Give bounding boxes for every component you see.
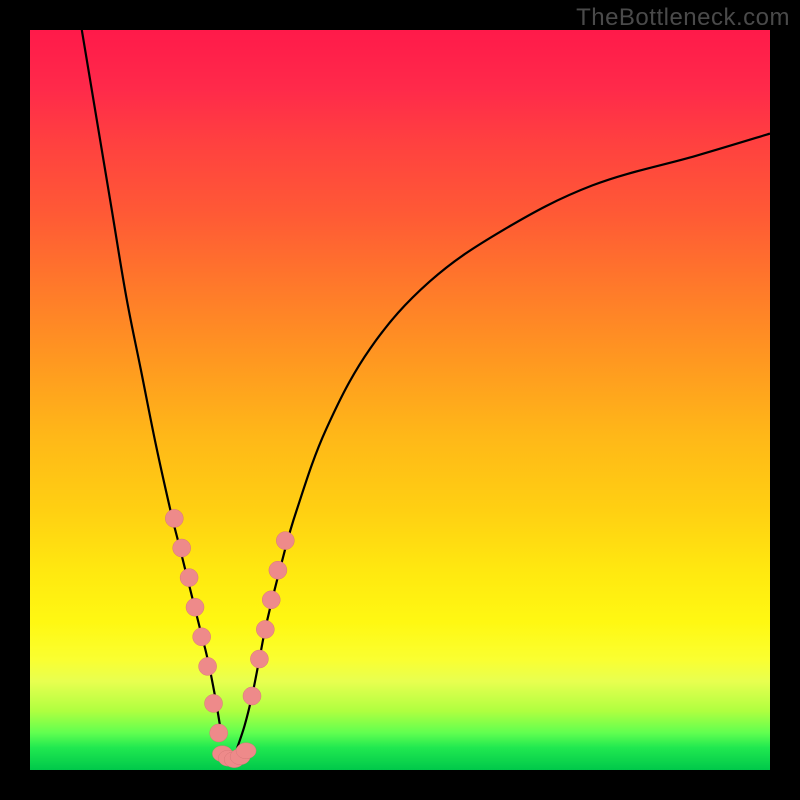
data-dot	[250, 650, 268, 668]
watermark-text: TheBottleneck.com	[576, 4, 790, 32]
data-dot	[262, 591, 280, 609]
data-dot	[173, 539, 191, 557]
curve-layer	[30, 30, 770, 770]
plot-area	[30, 30, 770, 770]
data-dot	[180, 569, 198, 587]
data-dot	[210, 724, 228, 742]
chart-frame: TheBottleneck.com	[0, 0, 800, 800]
data-dot	[186, 598, 204, 616]
data-dot	[205, 694, 223, 712]
data-dot	[199, 657, 217, 675]
right-curve	[237, 134, 770, 748]
data-dot	[269, 561, 287, 579]
data-dot	[165, 509, 183, 527]
data-dot	[243, 687, 261, 705]
data-dot	[256, 620, 274, 638]
data-dot	[236, 743, 256, 759]
valley-dots	[212, 743, 256, 768]
data-dot	[276, 532, 294, 550]
left-branch-dots	[165, 509, 227, 742]
data-dot	[193, 628, 211, 646]
